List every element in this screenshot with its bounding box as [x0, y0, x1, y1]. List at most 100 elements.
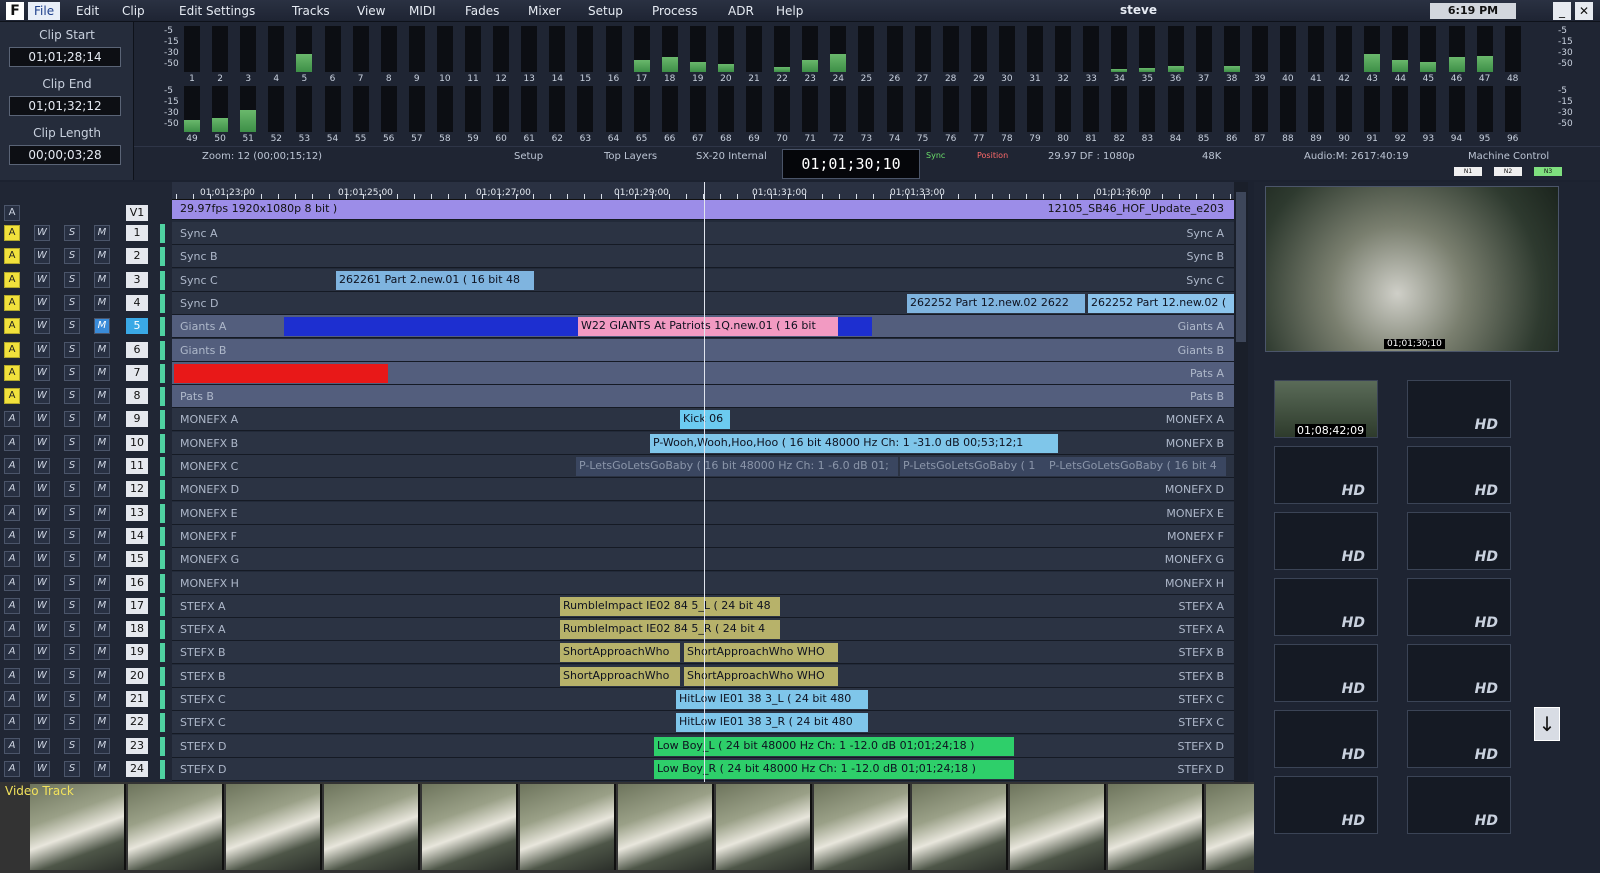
- track-write-button[interactable]: W: [34, 318, 50, 335]
- audio-clip[interactable]: Low Boy_L ( 24 bit 48000 Hz Ch: 1 -12.0 …: [654, 736, 1014, 756]
- track-mute-button[interactable]: M: [94, 597, 110, 614]
- menu-edit[interactable]: Edit: [76, 4, 99, 18]
- track-number[interactable]: 12: [126, 481, 148, 498]
- media-bin-slot[interactable]: HD: [1274, 446, 1378, 504]
- track-solo-button[interactable]: S: [64, 644, 80, 661]
- track-number[interactable]: 18: [126, 621, 148, 638]
- track-lane-10[interactable]: MONEFX B MONEFX B P-Wooh,Wooh,Hoo,Hoo ( 16…: [172, 431, 1234, 455]
- track-number[interactable]: 7: [126, 364, 148, 381]
- track-arm-button[interactable]: A: [4, 458, 20, 474]
- track-mute-button[interactable]: M: [94, 760, 110, 777]
- track-solo-button[interactable]: S: [64, 341, 80, 358]
- track-number[interactable]: 11: [126, 458, 148, 474]
- track-header-19[interactable]: A W S M 19: [0, 641, 172, 664]
- track-arm-button[interactable]: A: [4, 411, 20, 428]
- track-number[interactable]: 3: [126, 271, 148, 288]
- track-solo-button[interactable]: S: [64, 225, 80, 241]
- track-lane-3[interactable]: Sync C Sync C 262261 Part 2.new.01 ( 16 bi…: [172, 268, 1234, 292]
- audio-clip[interactable]: ShortApproachWho: [560, 666, 680, 686]
- video-frame-thumbnail[interactable]: [912, 784, 1008, 870]
- track-arm-button[interactable]: A: [4, 271, 20, 288]
- track-number[interactable]: 4: [126, 294, 148, 311]
- track-write-button[interactable]: W: [34, 434, 50, 451]
- track-header-7[interactable]: AWSM7: [0, 362, 172, 385]
- track-lane-22[interactable]: STEFX C STEFX C HitLow IE01 38 3_R ( 24 bi…: [172, 711, 1234, 735]
- track-write-button[interactable]: W: [34, 527, 50, 544]
- media-bin-slot[interactable]: HD: [1274, 512, 1378, 570]
- track-header-3[interactable]: AWSM3: [0, 269, 172, 292]
- track-write-button[interactable]: W: [34, 248, 50, 265]
- audio-clip[interactable]: 262252 Part 12.new.02 (: [1088, 293, 1234, 313]
- track-mute-button[interactable]: M: [94, 527, 110, 544]
- track-header-9[interactable]: AWSM9: [0, 408, 172, 431]
- track-header-8[interactable]: AWSM8: [0, 385, 172, 408]
- track-header-15[interactable]: A W S M 15: [0, 548, 172, 571]
- menu-edit-settings[interactable]: Edit Settings: [179, 4, 255, 18]
- track-solo-button[interactable]: S: [64, 434, 80, 451]
- track-number[interactable]: 19: [126, 644, 148, 661]
- track-arm-button[interactable]: A: [4, 644, 20, 661]
- track-lane-16[interactable]: MONEFX H MONEFX H: [172, 571, 1234, 595]
- track-write-button[interactable]: W: [34, 574, 50, 591]
- menu-clip[interactable]: Clip: [122, 4, 145, 18]
- mc-button-n1[interactable]: N1: [1454, 167, 1482, 176]
- main-timecode[interactable]: 01;01;30;10: [782, 149, 920, 179]
- menu-midi[interactable]: MIDI: [409, 4, 436, 18]
- track-mute-button[interactable]: M: [94, 341, 110, 358]
- media-bin-slot[interactable]: HD: [1274, 710, 1378, 768]
- video-clip-name[interactable]: 12105_SB46_HOF_Update_e203: [1048, 202, 1224, 215]
- clip-end-field[interactable]: 01;01;32;12: [9, 96, 121, 116]
- track-arm-button[interactable]: A: [4, 388, 20, 405]
- track-solo-button[interactable]: S: [64, 504, 80, 521]
- track-solo-button[interactable]: S: [64, 551, 80, 568]
- track-solo-button[interactable]: S: [64, 760, 80, 777]
- track-header-1[interactable]: AWSM1: [0, 222, 172, 245]
- clip-start-field[interactable]: 01;01;28;14: [9, 47, 121, 67]
- track-lane-2[interactable]: Sync B Sync B: [172, 245, 1234, 269]
- track-arm-button[interactable]: A: [4, 434, 20, 451]
- audio-clip[interactable]: [174, 363, 388, 383]
- track-header-18[interactable]: A W S M 18: [0, 618, 172, 641]
- audio-clip[interactable]: P-LetsGoLetsGoBaby ( 1: [900, 457, 1048, 476]
- audio-clip[interactable]: P-Wooh,Wooh,Hoo,Hoo ( 16 bit 48000 Hz Ch…: [650, 433, 1058, 453]
- track-lane-19[interactable]: STEFX B STEFX B ShortApproachWho ShortAppro…: [172, 641, 1234, 665]
- track-write-button[interactable]: W: [34, 504, 50, 521]
- playhead[interactable]: [704, 182, 705, 782]
- track-write-button[interactable]: W: [34, 714, 50, 731]
- audio-clip[interactable]: 262252 Part 12.new.02 2622: [907, 293, 1085, 313]
- media-bin-slot[interactable]: 01;08;42;09: [1274, 380, 1378, 438]
- track-solo-button[interactable]: S: [64, 574, 80, 591]
- menu-help[interactable]: Help: [776, 4, 803, 18]
- track-header-2[interactable]: AWSM2: [0, 245, 172, 268]
- track-solo-button[interactable]: S: [64, 691, 80, 707]
- track-arm-button[interactable]: A: [4, 597, 20, 614]
- track-mute-button[interactable]: M: [94, 411, 110, 428]
- track-header-22[interactable]: A W S M 22: [0, 711, 172, 734]
- video-frame-thumbnail[interactable]: [814, 784, 910, 870]
- track-header-23[interactable]: A W S M 23: [0, 735, 172, 758]
- track-number[interactable]: 15: [126, 551, 148, 568]
- media-bin-slot[interactable]: HD: [1407, 776, 1511, 834]
- track-write-button[interactable]: W: [34, 760, 50, 777]
- track-number[interactable]: 5: [126, 318, 148, 335]
- audio-clip[interactable]: ShortApproachWho: [560, 643, 680, 663]
- track-solo-button[interactable]: S: [64, 364, 80, 381]
- track-write-button[interactable]: W: [34, 667, 50, 684]
- track-solo-button[interactable]: S: [64, 667, 80, 684]
- media-bin-slot[interactable]: HD: [1274, 644, 1378, 702]
- track-header-17[interactable]: A W S M 17: [0, 595, 172, 618]
- track-lane-12[interactable]: MONEFX D MONEFX D: [172, 478, 1234, 502]
- track-lane-4[interactable]: Sync DSync D262252 Part 12.new.02 262226…: [172, 291, 1234, 315]
- track-header-4[interactable]: AWSM4: [0, 292, 172, 315]
- track-arm-button[interactable]: A: [4, 225, 20, 241]
- track-number[interactable]: 8: [126, 388, 148, 405]
- track-solo-button[interactable]: S: [64, 527, 80, 544]
- video-frame-thumbnail[interactable]: [716, 784, 812, 870]
- track-solo-button[interactable]: S: [64, 714, 80, 731]
- track-write-button[interactable]: W: [34, 458, 50, 474]
- video-frame-thumbnail[interactable]: [422, 784, 518, 870]
- video-frame-thumbnail[interactable]: [1108, 784, 1204, 870]
- audio-clip[interactable]: Kick 06: [680, 410, 730, 430]
- track-number[interactable]: 23: [126, 737, 148, 754]
- track-arm-button[interactable]: A: [4, 341, 20, 358]
